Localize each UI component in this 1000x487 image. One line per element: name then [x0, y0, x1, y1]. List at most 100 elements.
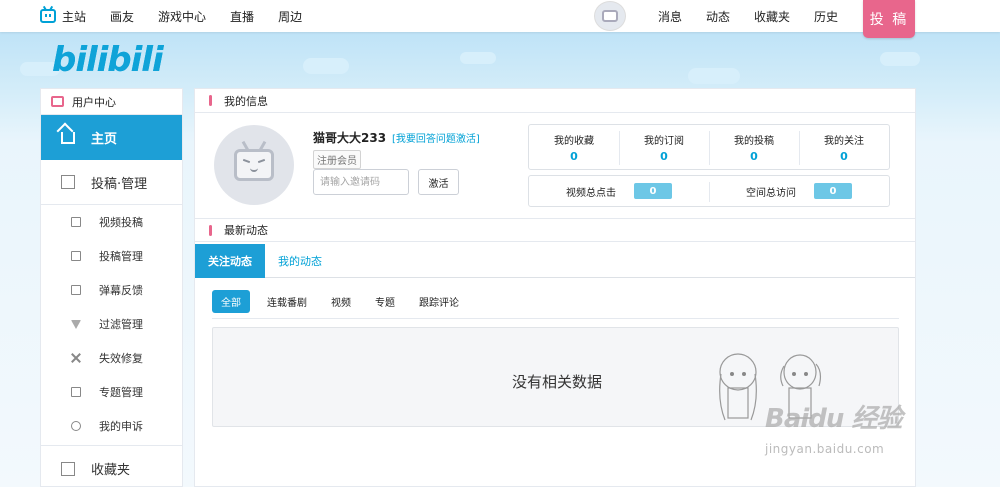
cloud-decoration [303, 58, 349, 74]
sidebar-item-upload-manage[interactable]: 投稿·管理 [41, 160, 182, 205]
tab-my-feed[interactable]: 我的动态 [265, 244, 335, 278]
stat-label: 空间总访问 [746, 187, 796, 199]
post-button[interactable]: 投 稿 [863, 0, 915, 38]
stat-label: 我的收藏 [554, 135, 594, 147]
cloud-decoration [880, 52, 920, 66]
sidebar: 用户中心 主页 投稿·管理 视频投稿 投稿管理 弹幕反馈 过滤管理 失效修复 专… [40, 88, 183, 487]
sidebar-sub-label: 视频投稿 [99, 216, 143, 229]
top-nav-right: 消息 动态 收藏夹 历史 [593, 0, 850, 32]
sidebar-sub-label: 专题管理 [99, 386, 143, 399]
answer-questions-link[interactable]: [我要回答问题激活] [392, 130, 480, 145]
nav-main-site-label: 主站 [62, 9, 87, 24]
filter-topic[interactable]: 专题 [375, 290, 395, 313]
activate-button[interactable]: 激活 [418, 169, 459, 195]
nav-dynamics[interactable]: 动态 [694, 8, 742, 25]
appeal-icon [71, 421, 81, 431]
feed-filters: 全部 连载番剧 视频 专题 跟踪评论 [212, 290, 483, 313]
stat-value: 0 [840, 149, 848, 163]
invite-code-input[interactable] [313, 169, 409, 195]
stat-subscriptions[interactable]: 我的订阅 0 [619, 125, 709, 169]
stat-space-visits: 空间总访问 0 [709, 176, 889, 206]
filter-bangumi[interactable]: 连载番剧 [267, 290, 307, 313]
stat-label: 我的订阅 [644, 135, 684, 147]
sidebar-sub-label: 失效修复 [99, 352, 143, 365]
cloud-decoration [460, 52, 496, 64]
baidu-jingyan-watermark: Baidu 经验 jingyan.baidu.com [765, 398, 955, 468]
username: 猫哥大大233 [313, 131, 387, 145]
sidebar-item-home-label: 主页 [91, 132, 118, 147]
stat-uploads[interactable]: 我的投稿 0 [709, 125, 799, 169]
nav-main-site[interactable]: 主站 [40, 8, 86, 25]
user-center-icon [51, 96, 64, 107]
repair-tools-icon [71, 353, 81, 363]
stat-favorites[interactable]: 我的收藏 0 [529, 125, 619, 169]
stat-label: 我的关注 [824, 135, 864, 147]
sidebar-item-danmaku-feedback[interactable]: 弹幕反馈 [41, 273, 182, 307]
stat-following[interactable]: 我的关注 0 [799, 125, 889, 169]
profile-avatar[interactable] [214, 125, 294, 205]
video-upload-icon [71, 217, 81, 227]
stat-label: 视频总点击 [566, 187, 616, 199]
stat-value-pill: 0 [634, 183, 672, 199]
sidebar-item-invalid-repair[interactable]: 失效修复 [41, 341, 182, 375]
folder-icon [61, 461, 75, 476]
latest-feed-section-title: 最新动态 [195, 218, 915, 242]
sidebar-sub-label: 弹幕反馈 [99, 284, 143, 297]
topic-icon [71, 387, 81, 397]
my-info-section-title: 我的信息 [195, 89, 915, 113]
section-marker [209, 95, 212, 106]
filter-divider [212, 318, 899, 319]
sidebar-header-label: 用户中心 [72, 95, 116, 109]
sidebar-item-video-upload[interactable]: 视频投稿 [41, 205, 182, 239]
latest-feed-title-label: 最新动态 [224, 224, 268, 237]
default-avatar-tv-icon [234, 149, 274, 181]
stats-panel: 我的收藏 0 我的订阅 0 我的投稿 0 我的关注 0 [528, 124, 890, 170]
top-navbar: 主站 画友 游戏中心 直播 周边 消息 动态 收藏夹 历史 [0, 0, 1000, 32]
filter-all[interactable]: 全部 [212, 290, 250, 313]
home-icon [61, 131, 75, 144]
watermark-main-text: Baidu 经验 [765, 404, 902, 434]
empty-mascot-22-image [719, 353, 757, 421]
cloud-decoration [688, 68, 740, 84]
nav-favorites[interactable]: 收藏夹 [742, 8, 802, 25]
stat-value: 0 [750, 149, 758, 163]
stat-video-clicks: 视频总点击 0 [529, 176, 709, 206]
sidebar-item-upload-manage-label: 投稿·管理 [91, 176, 148, 192]
manage-icon [71, 251, 81, 261]
upload-icon [61, 175, 75, 189]
empty-state-text: 没有相关数据 [512, 373, 603, 391]
filter-video[interactable]: 视频 [331, 290, 351, 313]
nav-game-center[interactable]: 游戏中心 [158, 8, 206, 25]
traffic-stats-panel: 视频总点击 0 空间总访问 0 [528, 175, 890, 207]
section-marker [209, 224, 212, 236]
watermark-url-text: jingyan.baidu.com [765, 442, 885, 456]
bilibili-tv-icon [40, 9, 56, 23]
sidebar-sub-label: 过滤管理 [99, 318, 143, 331]
sidebar-item-upload-manage-sub[interactable]: 投稿管理 [41, 239, 182, 273]
nav-merch[interactable]: 周边 [278, 8, 302, 25]
sidebar-sub-label: 投稿管理 [99, 250, 143, 263]
sidebar-item-filter-manage[interactable]: 过滤管理 [41, 307, 182, 341]
stat-value: 0 [660, 149, 668, 163]
tab-following-feed[interactable]: 关注动态 [195, 244, 265, 278]
nav-messages[interactable]: 消息 [646, 8, 694, 25]
nav-live[interactable]: 直播 [230, 8, 254, 25]
stat-value-pill: 0 [814, 183, 852, 199]
user-avatar[interactable] [593, 1, 626, 31]
nav-huayou[interactable]: 画友 [110, 8, 134, 25]
filter-tracked-comments[interactable]: 跟踪评论 [419, 290, 459, 313]
filter-icon [71, 319, 81, 329]
sidebar-item-topic-manage[interactable]: 专题管理 [41, 375, 182, 409]
top-nav-left: 主站 画友 游戏中心 直播 周边 [40, 0, 326, 32]
member-level-badge: 注册会员 [313, 150, 361, 169]
my-info-title-label: 我的信息 [224, 94, 268, 108]
bilibili-logo[interactable]: bilibili [52, 40, 164, 80]
sidebar-item-favorites-label: 收藏夹 [91, 463, 131, 478]
sidebar-item-home[interactable]: 主页 [41, 115, 182, 160]
sidebar-header: 用户中心 [41, 89, 182, 115]
nav-history[interactable]: 历史 [802, 8, 850, 25]
sidebar-item-my-appeals[interactable]: 我的申诉 [41, 409, 182, 443]
sidebar-item-favorites[interactable]: 收藏夹 [41, 446, 182, 487]
sidebar-sub-label: 我的申诉 [99, 420, 143, 433]
danmaku-icon [71, 285, 81, 295]
